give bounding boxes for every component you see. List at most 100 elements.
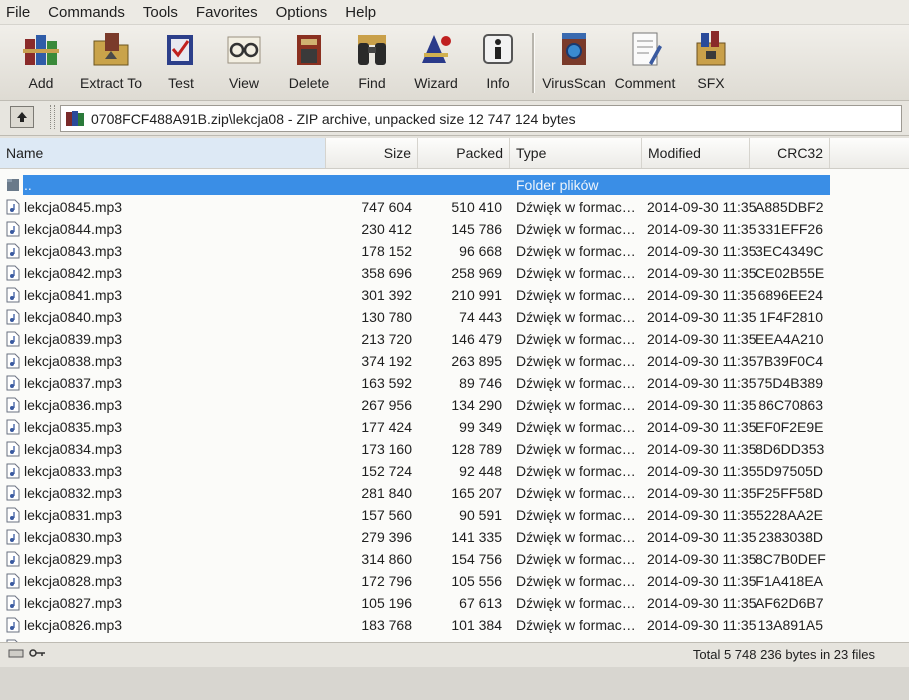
table-row[interactable]: lekcja0844.mp3 230 412 145 786 Dźwięk w for… bbox=[0, 218, 909, 240]
extract-to-button[interactable]: Extract To bbox=[76, 27, 146, 91]
file-modified: 2014-09-30 11:35 bbox=[647, 309, 757, 325]
column-header-modified[interactable]: Modified bbox=[642, 138, 750, 168]
file-name: lekcja0840.mp3 bbox=[24, 309, 123, 325]
file-modified: 2014-09-30 11:35 bbox=[647, 419, 757, 435]
file-name: lekcja0835.mp3 bbox=[24, 419, 123, 435]
info-icon bbox=[476, 27, 520, 71]
sfx-button[interactable]: SFX bbox=[676, 27, 746, 91]
table-row[interactable]: lekcja0845.mp3 747 604 510 410 Dźwięk w for… bbox=[0, 196, 909, 218]
file-name: lekcja0837.mp3 bbox=[24, 375, 123, 391]
file-packed: 90 591 bbox=[459, 507, 502, 523]
audio-file-icon bbox=[6, 397, 20, 413]
key-icon bbox=[29, 649, 45, 657]
find-button[interactable]: Find bbox=[337, 27, 407, 91]
parent-folder-icon bbox=[7, 179, 19, 191]
file-crc32: 6896EE24 bbox=[757, 287, 823, 303]
table-row[interactable]: lekcja0837.mp3 163 592 89 746 Dźwięk w form… bbox=[0, 372, 909, 394]
comment-button[interactable]: Comment bbox=[610, 27, 680, 91]
file-packed: 210 991 bbox=[451, 287, 502, 303]
test-label: Test bbox=[168, 75, 194, 91]
table-row[interactable]: lekcja0836.mp3 267 956 134 290 Dźwięk w for… bbox=[0, 394, 909, 416]
table-row[interactable]: lekcja0831.mp3 157 560 90 591 Dźwięk w form… bbox=[0, 504, 909, 526]
file-name: lekcja0830.mp3 bbox=[24, 529, 123, 545]
table-row[interactable]: lekcja0828.mp3 172 796 105 556 Dźwięk w for… bbox=[0, 570, 909, 592]
file-size: 130 780 bbox=[361, 309, 412, 325]
menu-file[interactable]: File bbox=[0, 4, 39, 21]
file-crc32: 86C70863 bbox=[758, 397, 823, 413]
file-crc32: 331EFF26 bbox=[757, 221, 823, 237]
test-button[interactable]: Test bbox=[146, 27, 216, 91]
file-crc32: 5D97505D bbox=[756, 463, 823, 479]
file-modified: 2014-09-30 11:35 bbox=[647, 331, 757, 347]
table-row[interactable]: lekcja0835.mp3 177 424 99 349 Dźwięk w form… bbox=[0, 416, 909, 438]
audio-file-icon bbox=[6, 243, 20, 259]
file-packed: 258 969 bbox=[451, 265, 502, 281]
file-type: Dźwięk w formacie... bbox=[516, 243, 638, 259]
file-type: Dźwięk w formacie... bbox=[516, 507, 638, 523]
add-button[interactable]: Add bbox=[6, 27, 76, 91]
wizard-button[interactable]: Wizard bbox=[401, 27, 471, 91]
delete-books-icon bbox=[287, 27, 331, 71]
table-row[interactable]: lekcja0833.mp3 152 724 92 448 Dźwięk w form… bbox=[0, 460, 909, 482]
file-modified: 2014-09-30 11:35 bbox=[647, 573, 757, 589]
toolbar-separator bbox=[532, 33, 535, 93]
file-packed: 154 756 bbox=[451, 551, 502, 567]
status-bar: Total 5 748 236 bytes in 23 files bbox=[0, 642, 909, 667]
audio-file-icon bbox=[6, 265, 20, 281]
table-row[interactable]: lekcja0829.mp3 314 860 154 756 Dźwięk w for… bbox=[0, 548, 909, 570]
table-row[interactable]: lekcja0826.mp3 183 768 101 384 Dźwięk w for… bbox=[0, 614, 909, 636]
file-name: lekcja0826.mp3 bbox=[24, 617, 123, 633]
file-type: Dźwięk w formacie... bbox=[516, 441, 638, 457]
up-folder-button[interactable] bbox=[10, 106, 34, 128]
menu-tools[interactable]: Tools bbox=[134, 4, 187, 21]
column-header-crc32[interactable]: CRC32 bbox=[750, 138, 830, 168]
find-label: Find bbox=[358, 75, 386, 91]
column-header-size[interactable]: Size bbox=[326, 138, 418, 168]
info-button[interactable]: Info bbox=[463, 27, 533, 91]
column-header-type[interactable]: Type bbox=[510, 138, 642, 168]
selection-highlight bbox=[23, 175, 830, 195]
toolbar-grip bbox=[50, 105, 55, 129]
file-name: lekcja0842.mp3 bbox=[24, 265, 123, 281]
column-header-packed[interactable]: Packed bbox=[418, 138, 510, 168]
file-size: 230 412 bbox=[361, 221, 412, 237]
audio-file-icon bbox=[6, 573, 20, 589]
file-size: 267 956 bbox=[361, 397, 412, 413]
delete-label: Delete bbox=[288, 75, 330, 91]
table-row[interactable]: lekcja0827.mp3 105 196 67 613 Dźwięk w form… bbox=[0, 592, 909, 614]
menu-options[interactable]: Options bbox=[267, 4, 337, 21]
file-name: lekcja0836.mp3 bbox=[24, 397, 123, 413]
table-row[interactable]: lekcja0842.mp3 358 696 258 969 Dźwięk w for… bbox=[0, 262, 909, 284]
table-row[interactable]: lekcja0843.mp3 178 152 96 668 Dźwięk w form… bbox=[0, 240, 909, 262]
file-crc32: F25FF58D bbox=[756, 485, 823, 501]
column-header-name[interactable]: Name bbox=[0, 138, 326, 168]
table-row[interactable]: lekcja0838.mp3 374 192 263 895 Dźwięk w for… bbox=[0, 350, 909, 372]
table-row-parent[interactable]: .. Folder plików bbox=[0, 174, 909, 196]
menu-help[interactable]: Help bbox=[336, 4, 385, 21]
table-row[interactable]: lekcja0839.mp3 213 720 146 479 Dźwięk w for… bbox=[0, 328, 909, 350]
table-row[interactable]: lekcja0834.mp3 173 160 128 789 Dźwięk w for… bbox=[0, 438, 909, 460]
file-crc32: F1A418EA bbox=[755, 573, 823, 589]
delete-button[interactable]: Delete bbox=[274, 27, 344, 91]
table-row[interactable]: lekcja0841.mp3 301 392 210 991 Dźwięk w for… bbox=[0, 284, 909, 306]
table-row[interactable]: lekcja0832.mp3 281 840 165 207 Dźwięk w for… bbox=[0, 482, 909, 504]
audio-file-icon bbox=[6, 375, 20, 391]
virusscan-button[interactable]: VirusScan bbox=[539, 27, 609, 91]
archive-path-text: 0708FCF488A91B.zip\lekcja08 - ZIP archiv… bbox=[91, 110, 576, 127]
archive-path-field[interactable]: 0708FCF488A91B.zip\lekcja08 - ZIP archiv… bbox=[60, 105, 902, 132]
file-size: 374 192 bbox=[361, 353, 412, 369]
menu-favorites[interactable]: Favorites bbox=[187, 4, 267, 21]
file-name: lekcja0841.mp3 bbox=[24, 287, 123, 303]
table-row[interactable]: lekcja0840.mp3 130 780 74 443 Dźwięk w form… bbox=[0, 306, 909, 328]
file-type: Dźwięk w formacie... bbox=[516, 287, 638, 303]
file-name: lekcja0832.mp3 bbox=[24, 485, 123, 501]
file-type: Dźwięk w formacie... bbox=[516, 419, 638, 435]
file-size: 314 860 bbox=[361, 551, 412, 567]
menu-commands[interactable]: Commands bbox=[39, 4, 134, 21]
file-name: lekcja0839.mp3 bbox=[24, 331, 123, 347]
list-header: Name Size Packed Type Modified CRC32 bbox=[0, 138, 909, 169]
table-row[interactable]: lekcja0830.mp3 279 396 141 335 Dźwięk w for… bbox=[0, 526, 909, 548]
file-crc32: 75D4B389 bbox=[756, 375, 823, 391]
view-button[interactable]: View bbox=[209, 27, 279, 91]
books-add-icon bbox=[19, 27, 63, 71]
